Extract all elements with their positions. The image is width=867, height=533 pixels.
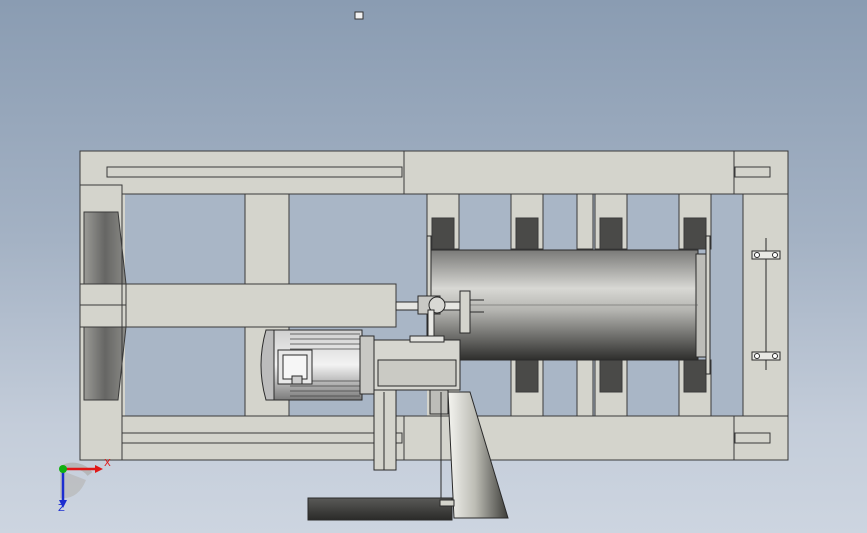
x-axis-label: X xyxy=(104,458,111,469)
z-axis-label: Z xyxy=(58,503,65,514)
y-axis-dot xyxy=(59,465,67,473)
conveyor-assembly-model[interactable] xyxy=(0,0,867,533)
electric-motor[interactable] xyxy=(260,329,375,401)
coordinate-triad[interactable] xyxy=(59,462,103,508)
cad-viewport[interactable]: X Z xyxy=(0,0,867,533)
left-wheel[interactable] xyxy=(79,184,127,461)
x-axis-arrowhead xyxy=(95,465,103,473)
origin-marker[interactable] xyxy=(354,11,364,20)
